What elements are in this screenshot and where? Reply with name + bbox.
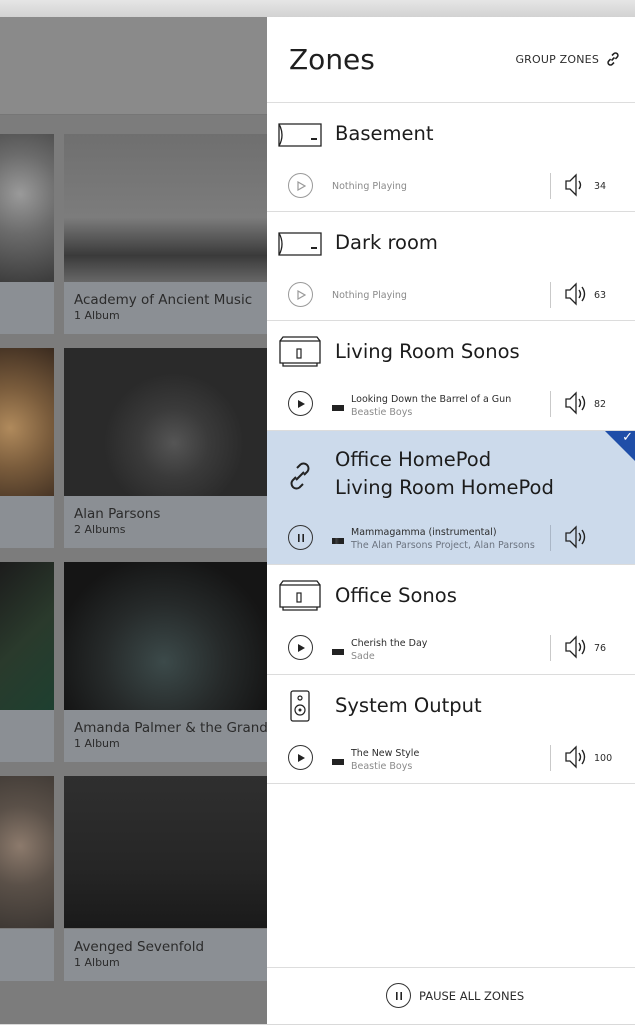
play-button[interactable] xyxy=(288,282,313,307)
divider xyxy=(550,525,551,551)
zone-dark-room[interactable]: Dark room Nothing Playing 63 xyxy=(267,212,635,321)
pause-icon xyxy=(297,533,304,542)
artist-tile-partial[interactable] xyxy=(0,562,54,762)
artist-name: Alan Parsons xyxy=(74,506,161,522)
window-title-bar xyxy=(0,0,635,18)
artist-name: Amanda Palmer & the Grand xyxy=(74,720,267,736)
group-zones-button[interactable]: GROUP ZONES xyxy=(515,51,621,67)
volume-value: 76 xyxy=(594,643,607,654)
zone-name-secondary: Living Room HomePod xyxy=(335,476,554,499)
volume-icon[interactable] xyxy=(564,525,590,549)
artist-tile-partial[interactable] xyxy=(0,776,54,981)
album-count: 1 Album xyxy=(74,956,120,969)
play-icon xyxy=(296,180,306,191)
track-artist: Beastie Boys xyxy=(351,761,413,772)
play-button[interactable] xyxy=(288,635,313,660)
volume-value: 82 xyxy=(594,399,607,410)
album-art-thumbnail xyxy=(332,759,344,765)
artist-name: Avenged Sevenfold xyxy=(74,939,205,955)
play-icon xyxy=(296,289,306,300)
volume-icon[interactable] xyxy=(564,635,590,659)
zones-panel: Zones GROUP ZONES Basement Nothing Playi… xyxy=(267,17,635,1024)
artist-name: Academy of Ancient Music xyxy=(74,292,253,308)
play-icon xyxy=(297,643,305,652)
zone-name: Dark room xyxy=(335,231,438,254)
check-icon: ✓ xyxy=(622,430,633,445)
play-icon xyxy=(297,399,305,408)
zone-name: Office Sonos xyxy=(335,584,457,607)
zone-basement[interactable]: Basement Nothing Playing 34 xyxy=(267,103,635,212)
volume-value: 34 xyxy=(594,181,607,192)
divider xyxy=(550,635,551,661)
speaker-tower-icon xyxy=(290,690,310,722)
track-artist: Sade xyxy=(351,651,375,662)
divider xyxy=(550,391,551,417)
artist-tile[interactable]: Amanda Palmer & the Grand 1 Album xyxy=(64,562,267,762)
status-text: Nothing Playing xyxy=(332,181,407,192)
library-background: Academy of Ancient Music 1 Album Alan Pa… xyxy=(0,17,267,1024)
zone-living-room-sonos[interactable]: Living Room Sonos Looking Down the Barre… xyxy=(267,321,635,431)
track-title: Looking Down the Barrel of a Gun xyxy=(351,394,512,405)
speaker-wide-icon xyxy=(278,232,322,256)
play-button[interactable] xyxy=(288,745,313,770)
volume-icon[interactable] xyxy=(564,391,590,415)
pause-all-label: PAUSE ALL ZONES xyxy=(419,988,525,1003)
play-button[interactable] xyxy=(288,173,313,198)
zone-homepod-group[interactable]: ✓ Office HomePod Living Room HomePod Mam… xyxy=(267,430,635,565)
play-icon xyxy=(297,753,305,762)
track-artist: The Alan Parsons Project, Alan Parsons xyxy=(351,540,535,551)
speaker-box-icon xyxy=(279,336,321,367)
volume-icon[interactable] xyxy=(564,745,590,769)
link-icon xyxy=(290,462,310,490)
play-button[interactable] xyxy=(288,391,313,416)
zone-office-sonos[interactable]: Office Sonos Cherish the Day Sade 76 xyxy=(267,565,635,675)
zones-footer: PAUSE ALL ZONES xyxy=(267,967,635,1025)
zone-name: Living Room Sonos xyxy=(335,340,520,363)
artist-tile[interactable]: Avenged Sevenfold 1 Album xyxy=(64,776,267,981)
pause-button[interactable] xyxy=(288,525,313,550)
track-title: Mammagamma (instrumental) xyxy=(351,527,497,538)
pause-icon xyxy=(386,983,411,1008)
speaker-box-icon xyxy=(279,580,321,611)
library-header xyxy=(0,17,267,115)
divider xyxy=(550,282,551,308)
volume-icon[interactable] xyxy=(564,173,586,197)
link-icon xyxy=(607,52,619,66)
speaker-wide-icon xyxy=(278,123,322,147)
artist-tile[interactable]: Academy of Ancient Music 1 Album xyxy=(64,134,267,334)
status-text: Nothing Playing xyxy=(332,290,407,301)
pause-all-zones-button[interactable]: PAUSE ALL ZONES xyxy=(386,983,524,1008)
page-title: Zones xyxy=(289,43,375,76)
volume-icon[interactable] xyxy=(564,282,590,306)
track-artist: Beastie Boys xyxy=(351,407,413,418)
divider xyxy=(550,745,551,771)
album-count: 1 Album xyxy=(74,737,120,750)
artist-tile-partial[interactable] xyxy=(0,348,54,548)
zone-name: Basement xyxy=(335,122,434,145)
volume-value: 63 xyxy=(594,290,607,301)
album-count: 1 Album xyxy=(74,309,120,322)
track-title: Cherish the Day xyxy=(351,638,428,649)
zone-name: System Output xyxy=(335,694,482,717)
volume-value: 100 xyxy=(594,753,613,764)
divider xyxy=(550,173,551,199)
zone-system-output[interactable]: System Output The New Style Beastie Boys… xyxy=(267,675,635,784)
group-zones-label: GROUP ZONES xyxy=(515,52,599,66)
zone-name-primary: Office HomePod xyxy=(335,448,492,471)
album-art-thumbnail xyxy=(332,405,344,411)
artist-tile-partial[interactable] xyxy=(0,134,54,334)
zones-header: Zones GROUP ZONES xyxy=(267,17,635,103)
album-art-thumbnail xyxy=(332,538,344,544)
album-art-thumbnail xyxy=(332,649,344,655)
album-count: 2 Albums xyxy=(74,523,126,536)
track-title: The New Style xyxy=(351,748,420,759)
artist-tile[interactable]: Alan Parsons 2 Albums xyxy=(64,348,267,548)
